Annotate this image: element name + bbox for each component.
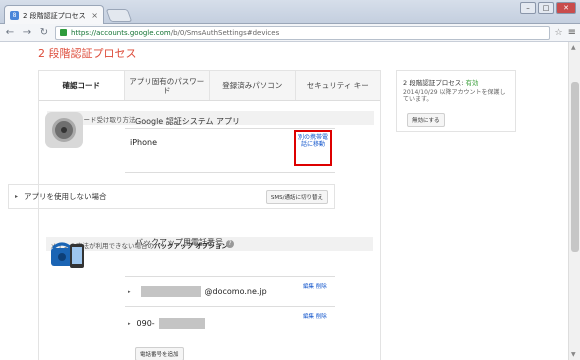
masked-phone-value (140, 286, 201, 297)
status-panel: 2 段階認証プロセス: 有効 2014/10/29 以降アカウントを保護していま… (396, 70, 516, 132)
phone-icon (51, 242, 84, 268)
address-bar[interactable]: https://accounts.google.com/b/0/SmsAuthS… (55, 25, 550, 40)
add-phone-button[interactable]: 電話番号を追加 (135, 347, 184, 360)
edit-link[interactable]: 編集 (303, 284, 314, 290)
browser-toolbar: ← → ↻ https://accounts.google.com/b/0/Sm… (0, 24, 580, 42)
divider (125, 172, 335, 173)
page-scrollbar[interactable]: ▲ ▼ (568, 42, 580, 360)
window-controls: – □ ✕ (520, 2, 576, 14)
scroll-up-arrow-icon[interactable]: ▲ (571, 44, 576, 51)
close-tab-icon[interactable]: × (91, 11, 98, 20)
url-text: https://accounts.google.com/b/0/SmsAuthS… (71, 29, 279, 37)
browser-tab[interactable]: 8 2 段階認証プロセス × (4, 5, 104, 25)
masked-phone-value (158, 318, 205, 329)
minimize-button[interactable]: – (520, 2, 536, 14)
back-arrow-icon[interactable]: ← (4, 27, 16, 38)
backup-phone-title-text: バックアップ用電話番号 (135, 238, 223, 247)
backup-phone-title: バックアップ用電話番号? (135, 237, 234, 248)
maximize-button[interactable]: □ (538, 2, 554, 14)
authenticator-app-name: Google 認証システム アプリ (135, 117, 241, 126)
delete-link[interactable]: 削除 (316, 314, 327, 320)
tab-security-keys[interactable]: セキュリティ キー (294, 71, 380, 100)
backup-phone-row: ▸ @docomo.ne.jp (128, 286, 267, 297)
expand-arrow-icon[interactable]: ▸ (128, 321, 131, 327)
no-app-row[interactable]: ▸ アプリを使用しない場合 SMS/通話に切り替え (8, 184, 335, 209)
since-text: 2014/10/29 以降アカウントを保護しています。 (403, 89, 506, 103)
scrollbar-thumb[interactable] (571, 82, 579, 252)
expand-arrow-icon[interactable]: ▸ (15, 193, 18, 200)
settings-card: 確認コード アプリ固有のパスワード 登録済みパソコン セキュリティ キー メイン… (38, 70, 381, 360)
divider (125, 306, 335, 307)
help-icon[interactable]: ? (226, 240, 234, 248)
bookmark-star-icon[interactable]: ☆ (555, 28, 563, 38)
page-title: 2 段階認証プロセス (38, 47, 137, 60)
authenticator-app-icon (45, 112, 83, 148)
divider (125, 128, 335, 129)
delete-link[interactable]: 削除 (316, 284, 327, 290)
status-line: 2 段階認証プロセス: 有効 (403, 77, 509, 87)
phone-actions: 編集 削除 (303, 284, 327, 291)
lock-icon (60, 29, 67, 36)
scroll-down-arrow-icon[interactable]: ▼ (571, 351, 576, 358)
edit-link[interactable]: 編集 (303, 314, 314, 320)
new-tab-button[interactable] (105, 9, 133, 22)
phone-actions: 編集 削除 (303, 314, 327, 321)
forward-arrow-icon[interactable]: → (21, 27, 33, 38)
url-path: /b/0/SmsAuthSettings#devices (170, 28, 280, 37)
status-label: 2 段階認証プロセス: (403, 79, 464, 87)
switch-to-sms-button[interactable]: SMS/通話に切り替え (265, 189, 328, 204)
backup-phone-row: ▸ 090- (128, 318, 209, 329)
status-value: 有効 (465, 79, 479, 87)
settings-tabs: 確認コード アプリ固有のパスワード 登録済みパソコン セキュリティ キー (39, 71, 380, 101)
disable-button[interactable]: 無効にする (407, 113, 445, 127)
phone-prefix: 090- (136, 319, 155, 328)
tab-registered-computers[interactable]: 登録済みパソコン (209, 71, 295, 100)
phone-suffix: @docomo.ne.jp (204, 287, 267, 296)
page-content: 2 段階認証プロセス 確認コード アプリ固有のパスワード 登録済みパソコン セキ… (0, 42, 568, 360)
reload-icon[interactable]: ↻ (38, 27, 50, 38)
menu-icon[interactable]: ≡ (568, 27, 576, 38)
tab-app-passwords[interactable]: アプリ固有のパスワード (123, 71, 209, 100)
expand-arrow-icon[interactable]: ▸ (128, 289, 131, 295)
device-name: iPhone (130, 138, 158, 147)
move-to-another-phone-link[interactable]: 別の携帯電話に移動 (294, 130, 332, 166)
close-window-button[interactable]: ✕ (556, 2, 576, 14)
no-app-label: アプリを使用しない場合 (24, 192, 107, 201)
divider (125, 276, 335, 277)
favicon-icon: 8 (10, 11, 19, 20)
url-host: https://accounts.google.com (71, 28, 171, 37)
tab-title: 2 段階認証プロセス (23, 11, 86, 20)
tab-verification-codes[interactable]: 確認コード (39, 71, 124, 100)
browser-tab-bar: 8 2 段階認証プロセス × – □ ✕ (0, 0, 580, 25)
